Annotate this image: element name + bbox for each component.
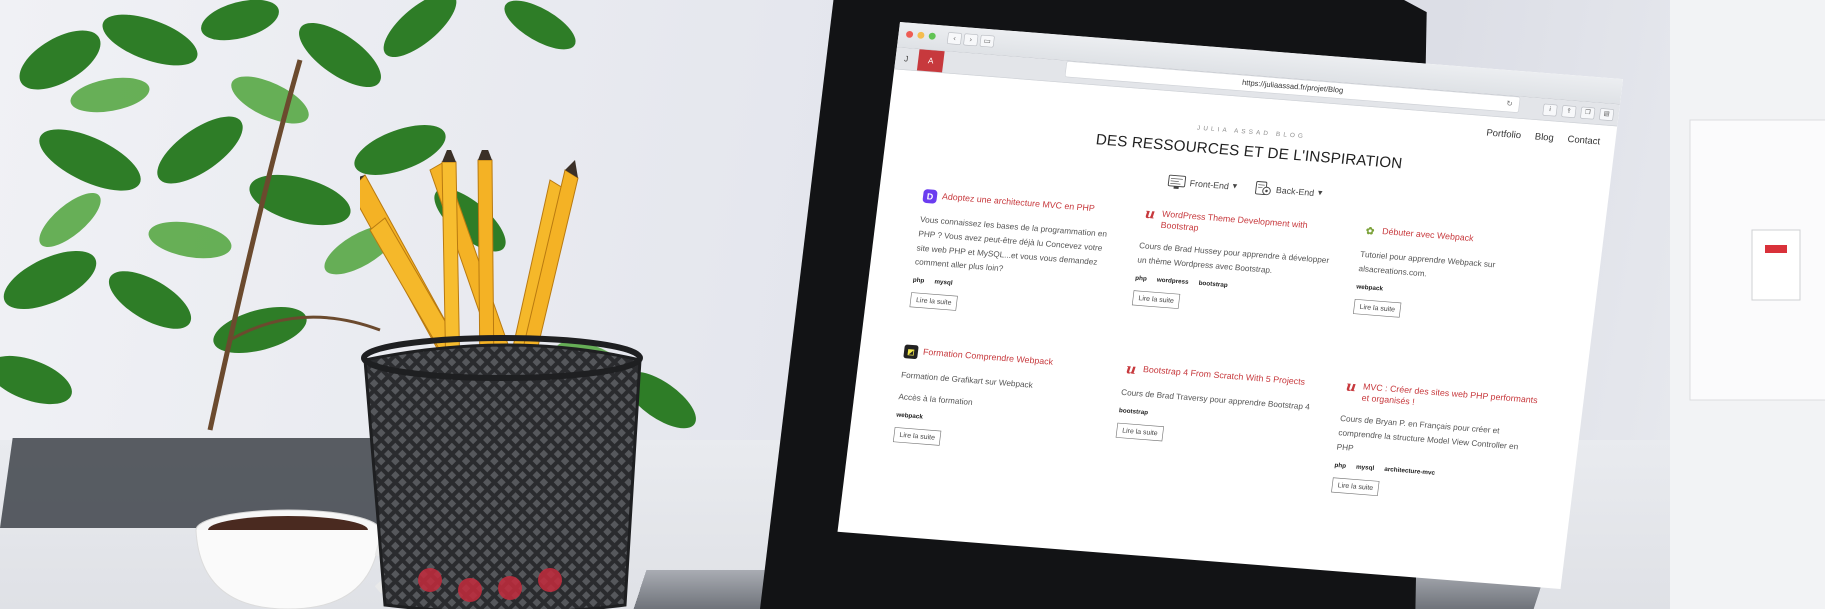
filter-front-end-label: Front-End [1189,178,1230,192]
article-card-header: u MVC : Créer des sites web PHP performa… [1342,378,1540,418]
reload-icon[interactable]: ↻ [1506,99,1513,108]
article-title[interactable]: Débuter avec Webpack [1382,225,1475,244]
udemy-icon: u [1144,205,1157,223]
article-description: Tutoriel pour apprendre Webpack sur alsa… [1358,247,1556,291]
read-more-button[interactable]: Lire la suite [909,292,959,311]
article-description: Formation de Grafikart sur Webpack Accès… [898,368,1097,419]
pencil-holder-photo-element [360,150,643,609]
grafikart-icon: ◩ [903,344,919,360]
read-more-button[interactable]: Lire la suite [1331,477,1380,496]
article-description-text: Cours de Bryan P. en Français pour créer… [1336,413,1519,453]
tag-php: php [1334,461,1347,470]
nav-contact[interactable]: Contact [1567,134,1601,147]
caret-down-icon: ▼ [1232,183,1238,190]
photo-scene: ‹ › ▭ J A https://juliaassad.fr/projet/B… [0,0,1825,609]
article-title[interactable]: WordPress Theme Development with Bootstr… [1160,208,1339,245]
tag-mysql: mysql [933,278,953,287]
article-card: u Bootstrap 4 From Scratch With 5 Projec… [1109,360,1320,508]
article-card: u WordPress Theme Development with Boots… [1128,205,1339,352]
article-description-text: Cours de Brad Hussey pour apprendre à dé… [1136,240,1330,275]
sidebar-icon[interactable]: ▭ [979,34,995,48]
filter-front-end[interactable]: Front-End ▼ [1166,173,1238,195]
article-card-header: ◩ Formation Comprendre Webpack [903,344,1100,373]
tag-webpack: webpack [1355,283,1384,293]
browser-tab-a[interactable]: A [916,49,945,73]
back-end-icon [1254,181,1271,196]
alsacreations-icon: ✿ [1365,225,1375,238]
article-title[interactable]: MVC : Créer des sites web PHP performant… [1361,381,1540,418]
filter-back-end-label: Back-End [1275,184,1315,198]
tag-wordpress: wordpress [1156,276,1190,286]
read-more-button[interactable]: Lire la suite [892,426,942,446]
tag-webpack: webpack [895,411,924,421]
filter-back-end[interactable]: Back-End ▼ [1252,180,1323,202]
article-description-text: Vous connaissez les bases de la programm… [914,214,1108,274]
read-more-button[interactable]: Lire la suite [1131,290,1181,309]
window-controls [905,30,937,40]
tag-bootstrap: bootstrap [1118,407,1149,417]
tag-architecture-mvc: architecture-mvc [1383,465,1436,477]
article-card-header: ✿ Débuter avec Webpack [1362,224,1559,253]
article-card: ✿ Débuter avec Webpack Tutoriel pour app… [1348,224,1559,370]
article-card: D Adoptez une architecture MVC en PHP Vo… [908,188,1119,335]
tag-php: php [912,276,925,285]
caret-down-icon: ▼ [1317,190,1323,197]
tag-bootstrap: bootstrap [1198,279,1229,289]
openclassrooms-icon: D [922,188,938,204]
article-title[interactable]: Bootstrap 4 From Scratch With 5 Projects [1142,363,1306,387]
sidebar-toggle-icon[interactable]: ▤ [1598,108,1615,122]
article-description: Vous connaissez les bases de la programm… [914,213,1116,285]
browser-tab-j[interactable]: J [894,47,918,70]
article-description: Cours de Brad Hussey pour apprendre à dé… [1137,239,1335,283]
close-window-button[interactable] [905,30,914,39]
back-icon[interactable]: ‹ [946,32,963,45]
article-card-header: u WordPress Theme Development with Boots… [1141,205,1339,245]
udemy-icon: u [1125,360,1138,378]
browser-nav-buttons: ‹ › ▭ [946,32,995,48]
articles-grid: D Adoptez une architecture MVC en PHP Vo… [870,187,1578,526]
front-end-icon [1167,174,1186,190]
article-card: ◩ Formation Comprendre Webpack Formation… [889,344,1100,490]
nav-portfolio[interactable]: Portfolio [1486,127,1522,140]
maximize-window-button[interactable] [928,32,937,40]
tag-mysql: mysql [1355,463,1375,472]
udemy-icon: u [1345,378,1358,396]
article-card: u MVC : Créer des sites web PHP performa… [1329,378,1540,525]
minimize-window-button[interactable] [917,31,925,39]
article-title[interactable]: Formation Comprendre Webpack [922,346,1053,368]
article-card-header: u Bootstrap 4 From Scratch With 5 Projec… [1123,360,1320,391]
article-description-text: Tutoriel pour apprendre Webpack sur alsa… [1358,249,1496,279]
laptop-screen: ‹ › ▭ J A https://juliaassad.fr/projet/B… [837,22,1624,589]
tabs-icon[interactable]: ❐ [1580,106,1596,120]
read-more-button[interactable]: Lire la suite [1353,298,1402,318]
appliance-photo-element [1670,0,1825,609]
info-icon[interactable]: i [1542,103,1558,117]
article-title[interactable]: Adoptez une architecture MVC en PHP [941,190,1096,213]
article-card-header: D Adoptez une architecture MVC en PHP [922,188,1119,218]
forward-icon[interactable]: › [963,33,979,47]
read-more-button[interactable]: Lire la suite [1115,422,1165,442]
share-icon[interactable]: ⇪ [1561,105,1577,119]
tag-php: php [1134,274,1148,283]
article-description: Cours de Bryan P. en Français pour créer… [1336,412,1536,470]
browser-toolbar-icons: i ⇪ ❐ ▤ [1542,103,1615,122]
blog-page: Portfolio Blog Contact JULIA ASSAD BLOG … [845,69,1617,528]
nav-blog[interactable]: Blog [1534,131,1554,143]
